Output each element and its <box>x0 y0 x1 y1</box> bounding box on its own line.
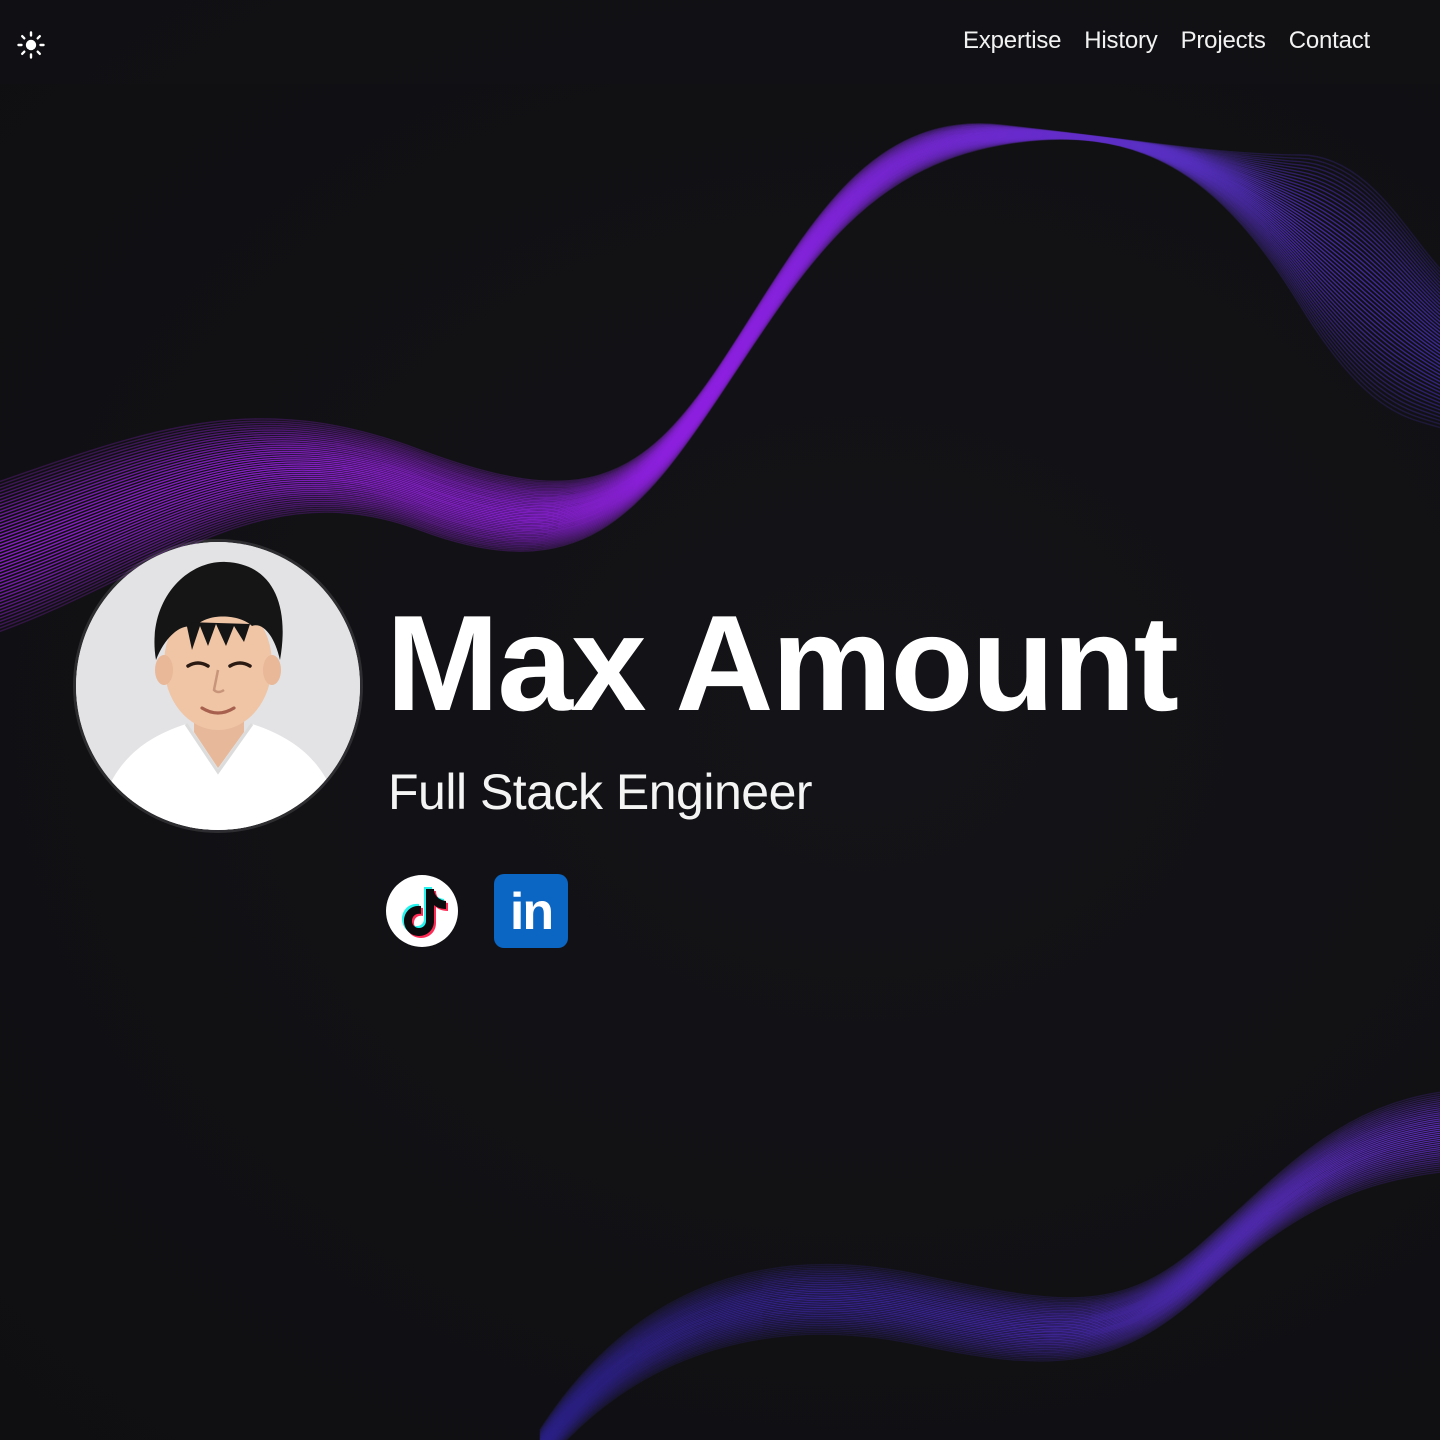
sun-icon <box>17 31 45 59</box>
nav-link-expertise[interactable]: Expertise <box>963 26 1061 56</box>
linkedin-link[interactable]: in <box>494 874 568 948</box>
tiktok-icon <box>402 887 448 938</box>
hero-name: Max Amount <box>386 587 1179 739</box>
profile-avatar <box>76 542 360 830</box>
nav-link-history[interactable]: History <box>1084 26 1157 56</box>
profile-photo <box>76 542 360 830</box>
social-links: in <box>386 874 568 948</box>
tiktok-link[interactable] <box>386 875 458 947</box>
linkedin-icon: in <box>509 883 554 941</box>
theme-toggle-button[interactable] <box>14 28 48 62</box>
nav-link-contact[interactable]: Contact <box>1289 26 1371 56</box>
top-navigation-bar: Expertise History Projects Contact <box>0 0 1440 84</box>
hero-role: Full Stack Engineer <box>388 764 813 820</box>
portfolio-page: Expertise History Projects Contact Max A… <box>0 0 1440 1440</box>
bottom-wave-ribbon <box>539 1091 1440 1440</box>
nav-link-projects[interactable]: Projects <box>1181 26 1266 56</box>
main-nav: Expertise History Projects Contact <box>963 26 1370 56</box>
